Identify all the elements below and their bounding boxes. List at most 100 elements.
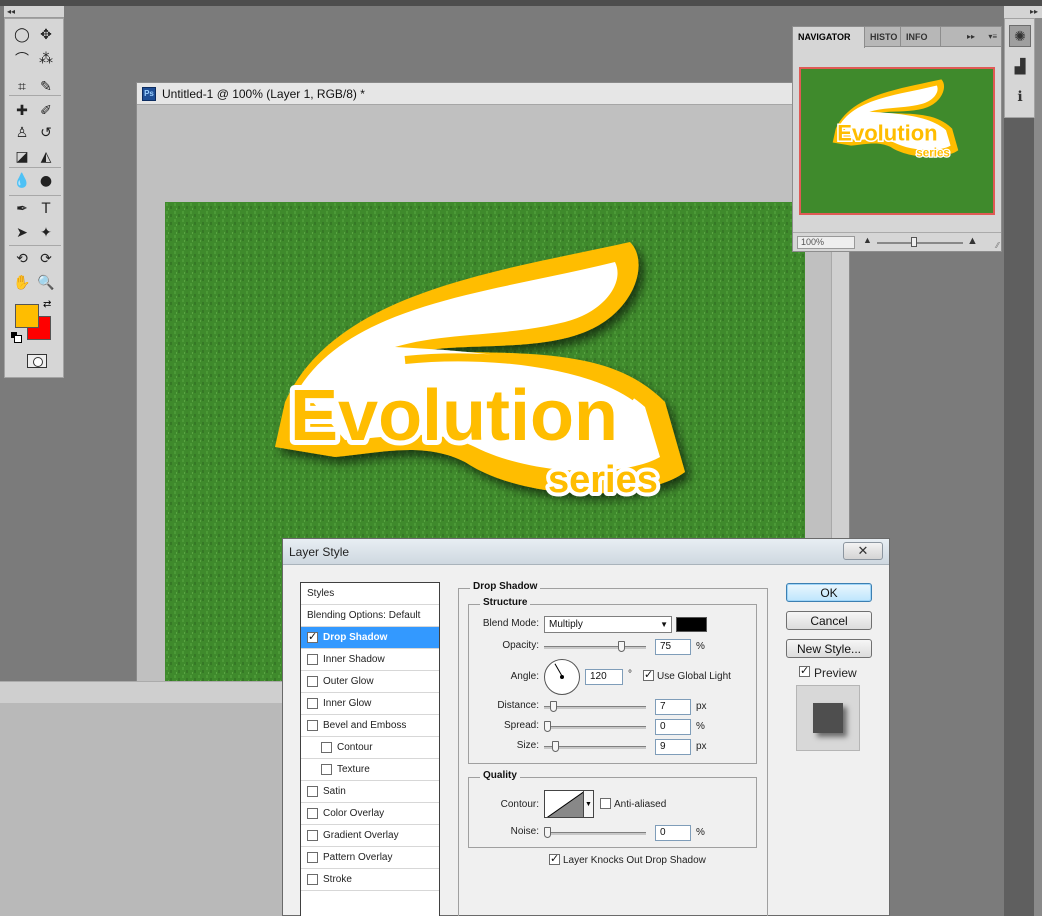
path-selection-tool[interactable]: ➤	[11, 223, 33, 243]
style-row-blending-options-default[interactable]: Blending Options: Default	[301, 605, 439, 627]
noise-slider-thumb[interactable]	[544, 827, 551, 838]
style-checkbox[interactable]	[307, 630, 318, 643]
document-titlebar[interactable]: Ps Untitled-1 @ 100% (Layer 1, RGB/8) *	[137, 83, 849, 105]
spread-slider[interactable]	[544, 726, 646, 729]
noise-field[interactable]: 0	[655, 825, 691, 841]
style-checkbox[interactable]	[321, 764, 332, 775]
zoom-tool[interactable]: 🔍	[35, 273, 57, 293]
noise-slider[interactable]	[544, 832, 646, 835]
tab-histogram[interactable]: HISTO	[865, 27, 901, 47]
use-global-light-checkbox[interactable]	[643, 668, 654, 681]
anti-aliased-checkbox[interactable]	[600, 798, 611, 809]
opacity-field[interactable]: 75	[655, 639, 691, 655]
crop-tool[interactable]: ⌗	[11, 77, 33, 97]
quick-mask-icon[interactable]	[27, 354, 47, 368]
resize-grip-icon[interactable]: ⁄⁄	[996, 241, 999, 250]
paint-bucket-tool[interactable]: ◭	[35, 147, 57, 167]
more-tabs-icon[interactable]: ▸▸	[967, 32, 975, 41]
style-row-color-overlay[interactable]: Color Overlay	[301, 803, 439, 825]
type-tool[interactable]: T	[35, 199, 57, 219]
distance-field[interactable]: 7	[655, 699, 691, 715]
blur-tool[interactable]: 💧	[11, 171, 33, 191]
dialog-titlebar[interactable]: Layer Style ✕	[283, 539, 889, 565]
hand-tool[interactable]: ✋	[11, 273, 33, 293]
opacity-slider[interactable]	[544, 646, 646, 649]
marquee-tool[interactable]: ◯	[11, 25, 33, 45]
magic-wand-tool[interactable]: ⁂	[35, 49, 57, 69]
spread-slider-thumb[interactable]	[544, 721, 551, 732]
style-row-contour[interactable]: Contour	[301, 737, 439, 759]
clone-stamp-tool[interactable]: ♙	[11, 123, 33, 143]
close-button[interactable]: ✕	[843, 542, 883, 560]
style-checkbox[interactable]	[307, 654, 318, 665]
style-row-stroke[interactable]: Stroke	[301, 869, 439, 891]
spread-field[interactable]: 0	[655, 719, 691, 735]
style-checkbox[interactable]	[307, 676, 318, 687]
foreground-color-swatch[interactable]	[15, 304, 39, 328]
zoom-field[interactable]: 100%	[797, 236, 855, 249]
layer-knocks-out-checkbox[interactable]	[549, 852, 560, 865]
style-checkbox[interactable]	[307, 786, 318, 797]
style-row-inner-glow[interactable]: Inner Glow	[301, 693, 439, 715]
navigator-preview[interactable]: Evolution series	[799, 67, 995, 215]
tools-collapse-button[interactable]: ◂◂	[4, 6, 64, 18]
contour-dropdown-icon[interactable]: ▼	[584, 790, 594, 818]
dock-collapse-button[interactable]: ▸▸	[1004, 6, 1042, 18]
distance-slider-thumb[interactable]	[550, 701, 557, 712]
style-row-pattern-overlay[interactable]: Pattern Overlay	[301, 847, 439, 869]
new-style-button[interactable]: New Style...	[786, 639, 872, 658]
distance-slider[interactable]	[544, 706, 646, 709]
eyedropper-tool[interactable]: ✎	[35, 77, 57, 97]
style-checkbox[interactable]	[307, 830, 318, 841]
angle-dial[interactable]	[544, 659, 580, 695]
preview-checkbox[interactable]	[799, 664, 810, 677]
view-proxy-box[interactable]	[799, 67, 995, 215]
style-row-bevel-and-emboss[interactable]: Bevel and Emboss	[301, 715, 439, 737]
style-checkbox[interactable]	[307, 720, 318, 731]
size-slider-thumb[interactable]	[552, 741, 559, 752]
history-brush-tool[interactable]: ↺	[35, 123, 57, 143]
angle-field[interactable]: 120	[585, 669, 623, 685]
style-row-satin[interactable]: Satin	[301, 781, 439, 803]
healing-brush-tool[interactable]: ✚	[11, 101, 33, 121]
style-row-texture[interactable]: Texture	[301, 759, 439, 781]
eraser-tool[interactable]: ◪	[11, 147, 33, 167]
tab-info[interactable]: INFO	[901, 27, 941, 47]
style-row-outer-glow[interactable]: Outer Glow	[301, 671, 439, 693]
panel-menu-icon[interactable]: ▾≡	[988, 32, 997, 41]
style-checkbox[interactable]	[307, 808, 318, 819]
zoom-in-icon[interactable]: ▲	[967, 235, 978, 247]
zoom-out-icon[interactable]: ▲	[863, 235, 872, 245]
histogram-panel-icon[interactable]: ▟	[1009, 55, 1031, 77]
style-checkbox[interactable]	[307, 698, 318, 709]
zoom-slider-track[interactable]	[877, 242, 963, 244]
style-checkbox[interactable]	[307, 852, 318, 863]
cancel-button[interactable]: Cancel	[786, 611, 872, 630]
size-slider[interactable]	[544, 746, 646, 749]
lasso-tool[interactable]: ⌒	[11, 49, 33, 69]
3d-orbit-tool[interactable]: ⟳	[35, 249, 57, 269]
zoom-slider-thumb[interactable]	[910, 237, 917, 247]
3d-rotate-tool[interactable]: ⟲	[11, 249, 33, 269]
style-row-gradient-overlay[interactable]: Gradient Overlay	[301, 825, 439, 847]
navigator-panel-icon[interactable]: ✺	[1009, 25, 1031, 47]
style-row-inner-shadow[interactable]: Inner Shadow	[301, 649, 439, 671]
size-field[interactable]: 9	[655, 739, 691, 755]
pen-tool[interactable]: ✒	[11, 199, 33, 219]
shape-tool[interactable]: ✦	[35, 223, 57, 243]
opacity-slider-thumb[interactable]	[618, 641, 625, 652]
brush-tool[interactable]: ✐	[35, 101, 57, 121]
move-tool[interactable]: ✥	[35, 25, 57, 45]
style-checkbox[interactable]	[321, 742, 332, 753]
style-row-styles[interactable]: Styles	[301, 583, 439, 605]
shadow-color-swatch[interactable]	[676, 617, 707, 632]
default-colors-icon[interactable]	[11, 332, 22, 343]
tab-navigator[interactable]: NAVIGATOR	[793, 27, 865, 48]
blend-mode-select[interactable]: Multiply ▼	[544, 616, 672, 633]
contour-preview[interactable]	[544, 790, 584, 818]
ok-button[interactable]: OK	[786, 583, 872, 602]
info-panel-icon[interactable]: ℹ	[1009, 85, 1031, 107]
swap-colors-icon[interactable]: ⇄	[43, 299, 51, 310]
style-row-drop-shadow[interactable]: Drop Shadow	[301, 627, 439, 649]
dodge-tool[interactable]: ●	[35, 171, 57, 191]
